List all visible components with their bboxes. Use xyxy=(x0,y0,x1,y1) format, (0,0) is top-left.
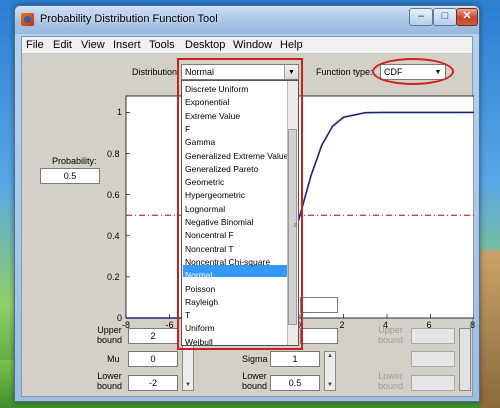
x-tick-label: 2 xyxy=(339,320,345,330)
y-tick-label: 0.4 xyxy=(107,230,120,241)
distribution-label: Distribution: xyxy=(132,67,180,77)
third-upper-bound-input xyxy=(411,328,455,344)
slider-down-arrow-icon[interactable]: ▼ xyxy=(183,381,193,390)
function-type-label: Function type: xyxy=(316,67,373,77)
third-param-input xyxy=(411,351,455,367)
x-value-input[interactable] xyxy=(300,297,338,313)
y-tick-label: 0.6 xyxy=(107,189,120,200)
mu-label: Mu xyxy=(107,354,120,364)
mu-upper-bound-input[interactable]: 2 xyxy=(128,328,178,344)
app-window: Probability Distribution Function Tool –… xyxy=(14,5,480,402)
y-tick-label: 0.2 xyxy=(107,271,120,282)
third-lower-bound-input xyxy=(411,375,455,391)
sigma-input[interactable]: 1 xyxy=(270,351,320,367)
mu-upper-bound-label: Upper bound xyxy=(97,325,122,345)
sigma-lower-bound-input[interactable]: 0.5 xyxy=(270,375,320,391)
matlab-app-icon xyxy=(21,13,34,26)
sigma-lower-bound-label: Lower bound xyxy=(242,371,267,391)
y-tick-label: 1 xyxy=(117,107,123,118)
slider-up-arrow-icon[interactable]: ▲ xyxy=(325,352,335,361)
desktop-grass xyxy=(0,360,14,408)
function-type-annotation-oval xyxy=(372,58,454,85)
menu-desktop[interactable]: Desktop xyxy=(185,39,225,51)
distribution-annotation-rect xyxy=(177,58,303,350)
figure-client-area: File Edit View Insert Tools Desktop Wind… xyxy=(21,36,475,397)
sigma-lower-bound-label-text: Lower bound xyxy=(242,371,268,391)
menu-window[interactable]: Window xyxy=(233,39,272,51)
close-button[interactable]: ✕ xyxy=(456,8,478,26)
menu-help[interactable]: Help xyxy=(280,39,303,51)
menu-view[interactable]: View xyxy=(81,39,105,51)
mu-lower-bound-label-text: Lower bound xyxy=(97,371,123,391)
menu-bar: File Edit View Insert Tools Desktop Wind… xyxy=(22,37,472,54)
minimize-button[interactable]: – xyxy=(409,8,433,26)
sigma-upper-bound-input[interactable] xyxy=(300,328,338,344)
third-lower-bound-label: Lower bound xyxy=(378,371,403,391)
mu-lower-bound-input[interactable]: -2 xyxy=(128,375,178,391)
y-tick-label: 0.8 xyxy=(107,148,120,159)
maximize-button[interactable]: □ xyxy=(433,8,457,26)
third-slider xyxy=(459,328,471,391)
mu-lower-bound-label: Lower bound xyxy=(97,371,122,391)
menu-file[interactable]: File xyxy=(26,39,44,51)
menu-tools[interactable]: Tools xyxy=(149,39,175,51)
menu-edit[interactable]: Edit xyxy=(53,39,72,51)
menu-insert[interactable]: Insert xyxy=(113,39,141,51)
third-upper-bound-label-text: Upper bound xyxy=(378,325,404,345)
mu-input[interactable]: 0 xyxy=(128,351,178,367)
slider-down-arrow-icon[interactable]: ▼ xyxy=(325,381,335,390)
title-bar[interactable]: Probability Distribution Function Tool –… xyxy=(15,6,479,34)
mu-upper-bound-label-text: Upper bound xyxy=(97,325,123,345)
sigma-label: Sigma xyxy=(242,354,268,364)
y-tick-label: 0 xyxy=(117,313,123,323)
sigma-slider[interactable]: ▲ ▼ xyxy=(324,351,336,391)
third-upper-bound-label: Upper bound xyxy=(378,325,403,345)
third-lower-bound-label-text: Lower bound xyxy=(378,371,404,391)
desktop-house xyxy=(480,250,500,408)
window-title: Probability Distribution Function Tool xyxy=(40,13,218,25)
